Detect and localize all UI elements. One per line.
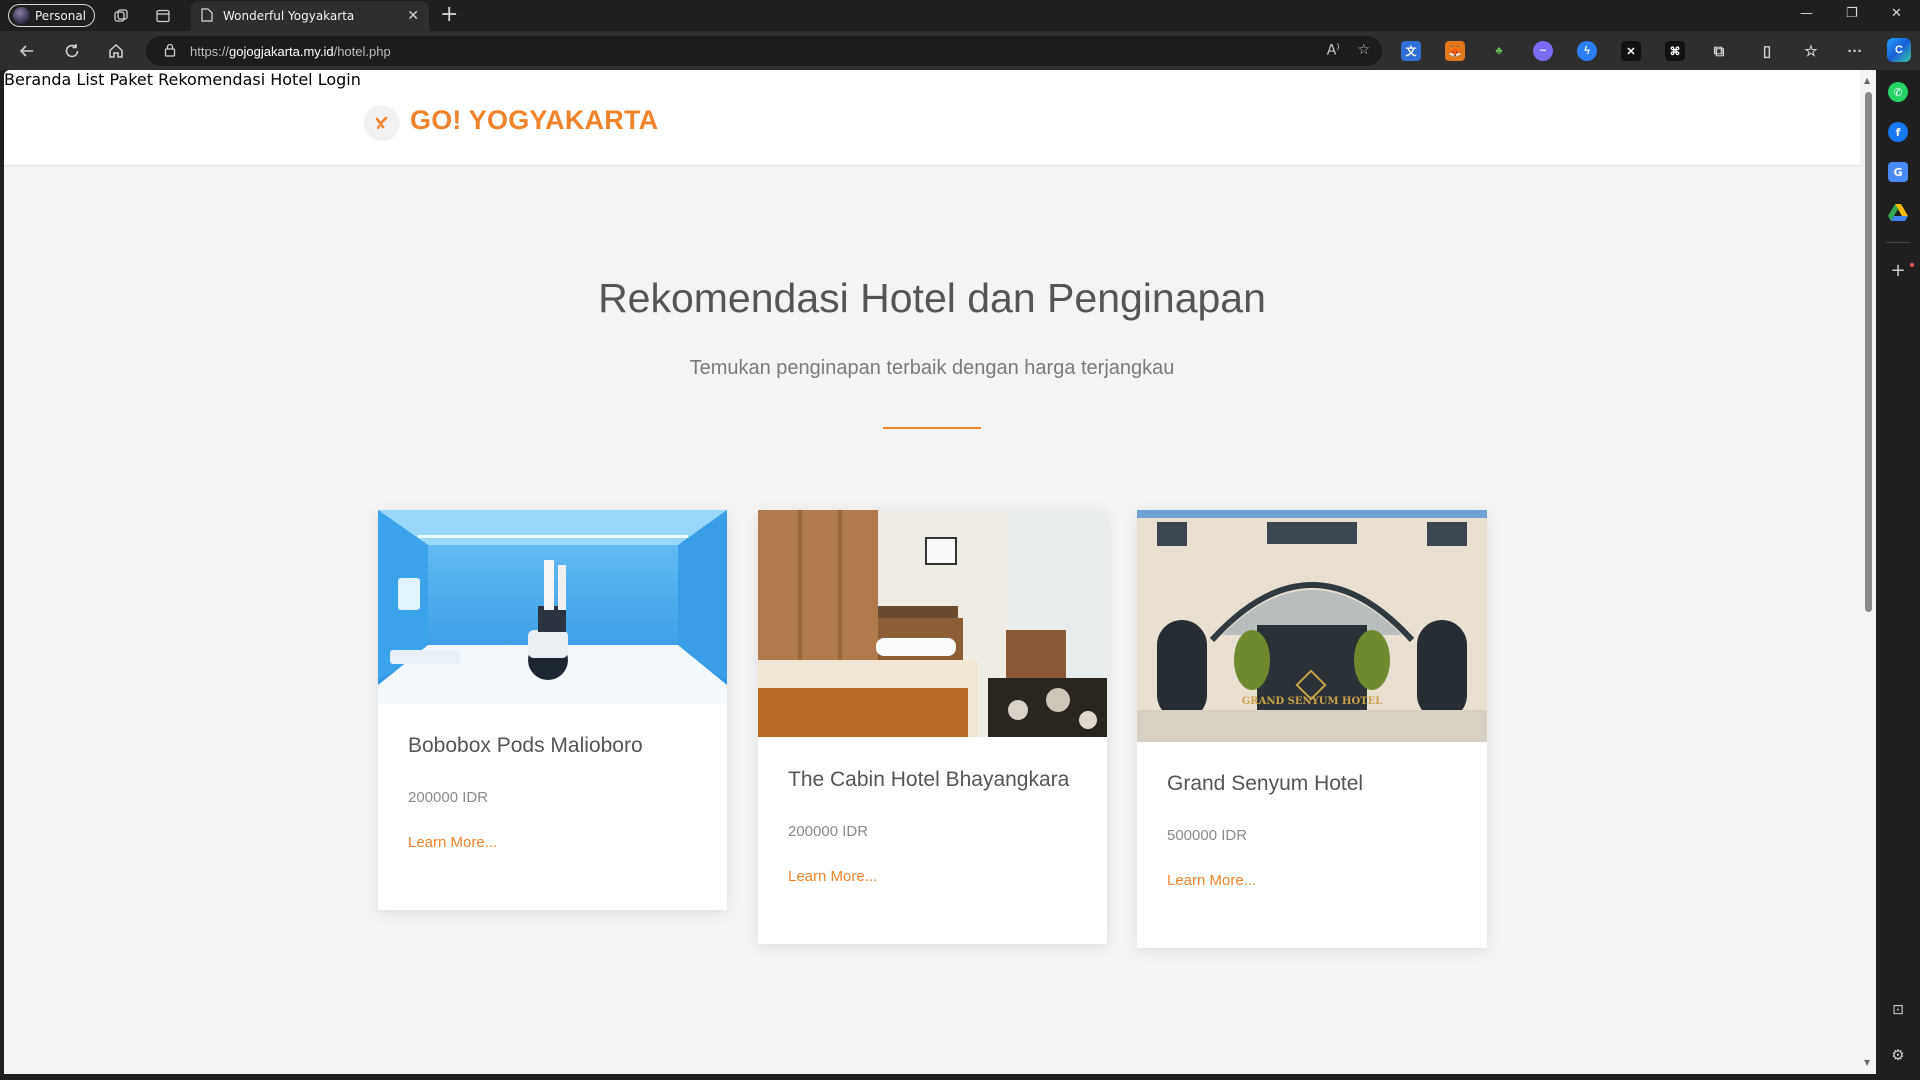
nav-list-paket[interactable]: List Paket <box>76 70 153 89</box>
nav-rekomendasi-hotel[interactable]: Rekomendasi Hotel <box>158 70 313 89</box>
sidebar-settings-icon[interactable]: ⚙ <box>1888 1045 1908 1065</box>
translate-extension-icon[interactable]: 文 <box>1401 41 1421 61</box>
metamask-extension-icon[interactable]: 🦊 <box>1445 41 1465 61</box>
minimize-icon[interactable]: — <box>1800 6 1813 21</box>
back-button[interactable] <box>15 39 39 63</box>
tab-close-icon[interactable]: ✕ <box>407 8 419 24</box>
hotel-image-cabin[interactable] <box>758 510 1107 737</box>
scroll-up-icon[interactable]: ▲ <box>1864 76 1870 85</box>
copilot-icon[interactable]: C <box>1887 38 1911 62</box>
hotel-card: Bobobox Pods Malioboro 200000 IDR Learn … <box>378 510 727 910</box>
profile-button[interactable]: Personal <box>8 4 95 27</box>
address-bar[interactable]: https://gojogjakarta.my.id/hotel.php A) … <box>146 36 1382 66</box>
tab-actions-icon[interactable] <box>152 5 174 27</box>
learn-more-link[interactable]: Learn More... <box>1167 872 1256 889</box>
hotel-name: Bobobox Pods Malioboro <box>408 734 643 757</box>
page-scrollbar[interactable]: ▲ ▼ <box>1860 70 1876 1074</box>
read-aloud-icon[interactable]: A) <box>1327 42 1340 59</box>
site-logo[interactable]: GO! YOGYAKARTA <box>410 105 658 136</box>
browser-titlebar: Personal Wonderful Yogyakarta ✕ + — ❐ ✕ <box>0 0 1920 31</box>
page-viewport: GO! YOGYAKARTA Beranda List Paket Rekome… <box>4 70 1860 1074</box>
extensions-puzzle-icon[interactable]: ⧉ <box>1709 41 1729 61</box>
split-screen-icon[interactable]: ▯ <box>1757 41 1777 61</box>
workspaces-icon[interactable] <box>110 5 132 27</box>
lock-icon[interactable] <box>164 42 176 61</box>
edge-sidebar: ✆ f G + ⊡ ⚙ <box>1876 70 1920 1080</box>
speed-extension-icon[interactable]: ϟ <box>1577 41 1597 61</box>
cloud-extension-icon[interactable]: ~ <box>1533 41 1553 61</box>
hotel-price: 200000 IDR <box>788 823 869 840</box>
scroll-thumb[interactable] <box>1865 92 1872 612</box>
page-subtitle: Temukan penginapan terbaik dengan harga … <box>689 357 1175 379</box>
hotel-name: Grand Senyum Hotel <box>1167 772 1364 795</box>
hotel-image-bobobox[interactable] <box>378 510 727 704</box>
hotel-price: 200000 IDR <box>408 789 489 806</box>
hotel-image-grand-senyum[interactable]: GRAND SENYUM HOTEL <box>1137 510 1487 742</box>
hotel-card: GRAND SENYUM HOTEL Grand Senyum Hotel 50… <box>1137 510 1487 948</box>
learn-more-link[interactable]: Learn More... <box>408 834 497 851</box>
google-translate-icon[interactable]: G <box>1888 162 1908 182</box>
profile-avatar <box>13 7 30 24</box>
facebook-icon[interactable]: f <box>1888 122 1908 142</box>
scroll-down-icon[interactable]: ▼ <box>1864 1058 1870 1067</box>
nav-login[interactable]: Login <box>318 70 361 89</box>
home-icon[interactable] <box>104 39 128 63</box>
profile-label: Personal <box>35 8 87 23</box>
leaf-extension-icon[interactable]: ♣ <box>1489 41 1509 61</box>
page-title: Rekomendasi Hotel dan Penginapan <box>598 275 1266 321</box>
more-menu-icon[interactable]: ··· <box>1845 41 1865 61</box>
learn-more-link[interactable]: Learn More... <box>788 868 877 885</box>
main-nav: Beranda List Paket Rekomendasi Hotel Log… <box>4 70 1860 89</box>
url-text[interactable]: https://gojogjakarta.my.id/hotel.php <box>190 44 391 59</box>
hotel-price: 500000 IDR <box>1167 827 1248 844</box>
favorite-star-icon[interactable]: ☆ <box>1357 42 1370 59</box>
browser-toolbar: https://gojogjakarta.my.id/hotel.php A) … <box>0 31 1920 70</box>
screenshot-icon[interactable]: ⊡ <box>1888 1000 1908 1020</box>
site-header: GO! YOGYAKARTA Beranda List Paket Rekome… <box>4 70 1860 166</box>
browser-tab-active[interactable]: Wonderful Yogyakarta ✕ <box>191 1 429 31</box>
refresh-icon[interactable] <box>60 39 84 63</box>
logo-icon[interactable] <box>364 105 400 141</box>
new-tab-button[interactable]: + <box>440 4 458 26</box>
whatsapp-icon[interactable]: ✆ <box>1888 82 1908 102</box>
google-drive-icon[interactable] <box>1888 202 1908 222</box>
hotel-card: The Cabin Hotel Bhayangkara 200000 IDR L… <box>758 510 1107 944</box>
favorites-icon[interactable]: ☆ <box>1801 41 1821 61</box>
close-window-icon[interactable]: ✕ <box>1891 6 1902 21</box>
hotel-name: The Cabin Hotel Bhayangkara <box>788 768 1070 791</box>
x-extension-icon[interactable]: ✕ <box>1621 41 1641 61</box>
title-divider <box>883 427 981 429</box>
tab-title: Wonderful Yogyakarta <box>223 9 355 23</box>
restore-icon[interactable]: ❐ <box>1846 6 1858 21</box>
grid-extension-icon[interactable]: ⌘ <box>1665 41 1685 61</box>
nav-beranda[interactable]: Beranda <box>4 70 71 89</box>
add-sidebar-app-icon[interactable]: + <box>1888 260 1908 281</box>
page-icon <box>201 7 213 26</box>
